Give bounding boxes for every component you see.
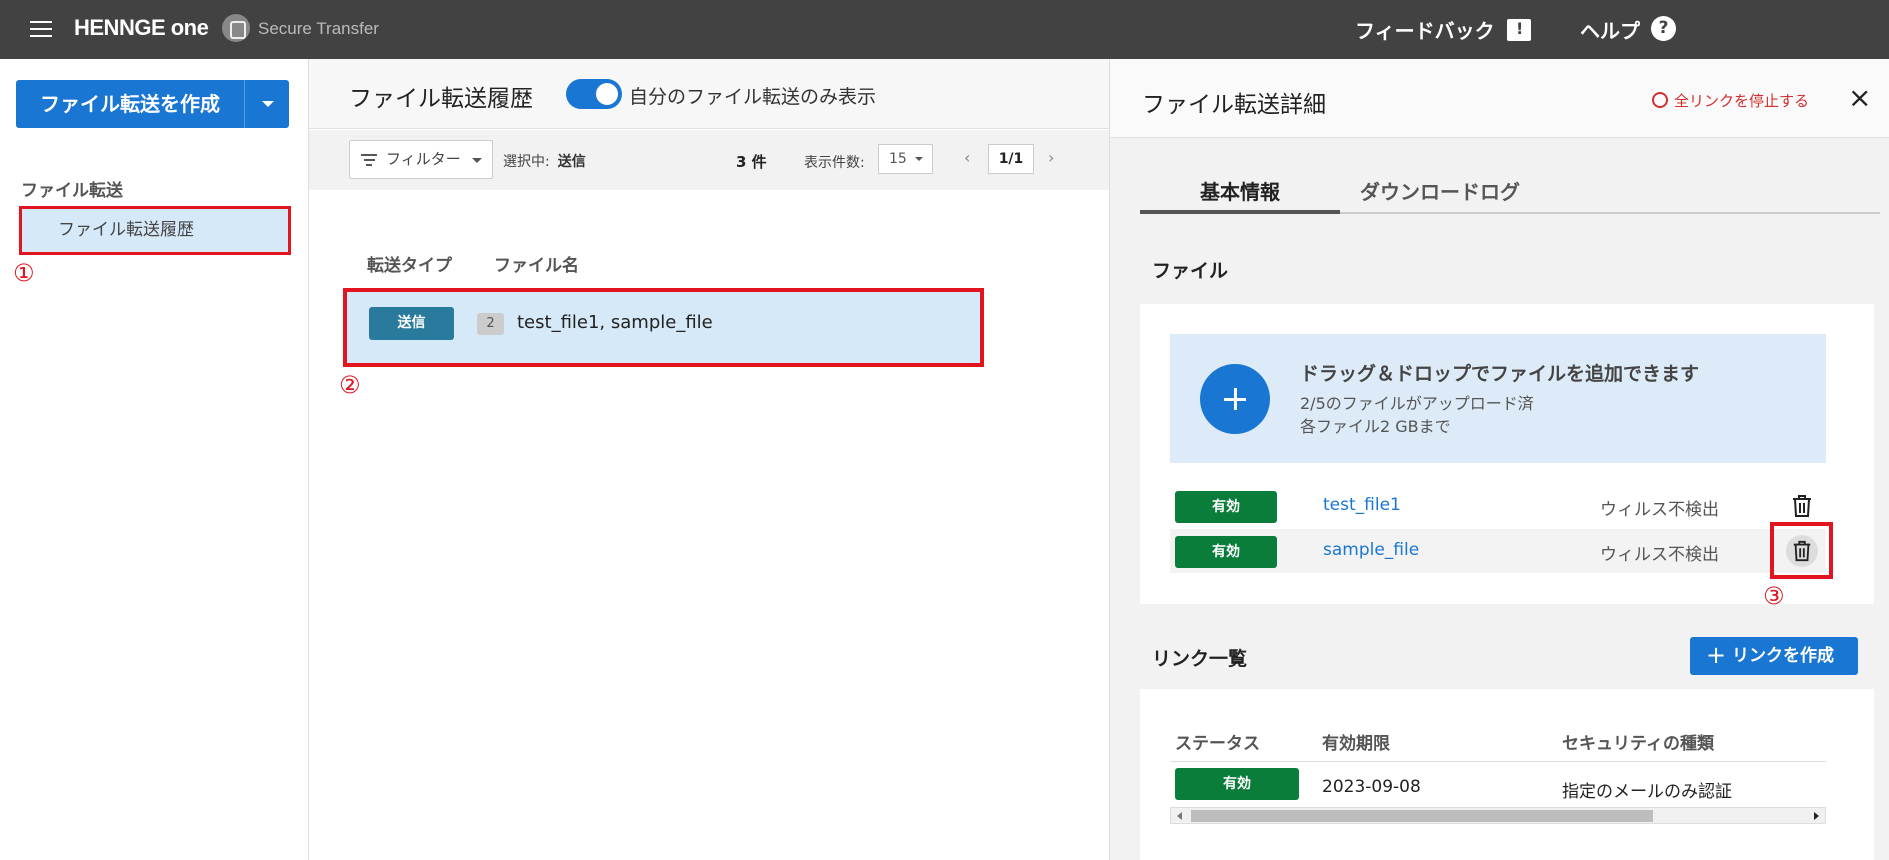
detail-tabs: 基本情報 ダウンロードログ <box>1140 172 1880 214</box>
create-transfer-button[interactable]: ファイル転送を作成 <box>16 80 244 128</box>
dropzone-title: ドラッグ＆ドロップでファイルを追加できます <box>1300 363 1700 385</box>
file-status-badge: 有効 <box>1175 536 1277 568</box>
files-section-label: ファイル <box>1152 260 1229 282</box>
selected-filter-info: 選択中: 送信 <box>503 151 586 171</box>
tab-download-log[interactable]: ダウンロードログ <box>1340 172 1540 214</box>
history-header: ファイル転送履歴 自分のファイル転送のみ表示 <box>309 59 1109 129</box>
create-transfer-button-group: ファイル転送を作成 <box>16 80 289 128</box>
annotation-marker-1: ① <box>13 259 35 287</box>
files-card: ドラッグ＆ドロップでファイルを追加できます 2/5のファイルがアップロード済 各… <box>1140 304 1874 604</box>
trash-icon[interactable] <box>1790 493 1814 519</box>
close-icon[interactable]: × <box>1848 84 1871 112</box>
transfer-type-badge: 送信 <box>369 307 454 340</box>
file-name-link[interactable]: sample_file <box>1323 540 1419 560</box>
dropzone-upload-status: 2/5のファイルがアップロード済 <box>1300 394 1534 413</box>
sidebar-section-label: ファイル転送 <box>21 181 123 201</box>
filter-button[interactable]: フィルター <box>349 140 493 179</box>
annotation-marker-2: ② <box>339 371 361 399</box>
dropzone-size-limit: 各ファイル2 GBまで <box>1300 417 1451 436</box>
selected-filter-value: 送信 <box>557 154 586 170</box>
file-status-badge: 有効 <box>1175 491 1277 523</box>
create-link-button[interactable]: リンクを作成 <box>1690 636 1858 675</box>
help-link[interactable]: ヘルプ <box>1580 15 1640 44</box>
scroll-left-icon[interactable] <box>1177 812 1182 820</box>
add-file-icon[interactable] <box>1200 364 1270 434</box>
filter-icon <box>361 154 377 166</box>
virus-scan-status: ウィルス不検出 <box>1600 545 1719 565</box>
scrollbar-thumb[interactable] <box>1191 810 1653 822</box>
create-transfer-dropdown-icon[interactable] <box>244 80 289 128</box>
file-row: 有効 test_file1 ウィルス不検出 <box>1170 484 1826 528</box>
per-page-select[interactable]: 15 <box>878 144 933 174</box>
file-count-badge: 2 <box>477 313 504 335</box>
per-page-label: 表示件数: <box>804 155 865 171</box>
link-status-badge: 有効 <box>1175 768 1299 800</box>
transfer-detail-panel: ファイル転送詳細 全リンクを停止する × 基本情報 ダウンロードログ ファイル … <box>1109 59 1889 860</box>
delete-file-highlight <box>1770 522 1833 579</box>
help-icon[interactable]: ? <box>1651 16 1676 41</box>
feedback-link[interactable]: フィードバック <box>1355 15 1495 44</box>
chevron-down-icon <box>472 158 482 163</box>
tab-basic-info[interactable]: 基本情報 <box>1140 172 1340 214</box>
delete-file-button[interactable] <box>1786 535 1818 567</box>
link-column-header-expiry: 有効期限 <box>1322 734 1390 754</box>
top-bar: HENNGE one Secure Transfer フィードバック ヘルプ ? <box>0 0 1889 59</box>
table-row[interactable]: 送信 2 test_file1, sample_file <box>343 288 984 367</box>
brand-logo-text: HENNGE one <box>74 15 209 40</box>
stop-all-links-button[interactable]: 全リンクを停止する <box>1650 90 1809 111</box>
secure-transfer-logo-icon <box>222 14 250 42</box>
detail-header: ファイル転送詳細 全リンクを停止する × <box>1110 59 1889 138</box>
annotation-marker-3: ③ <box>1763 582 1785 610</box>
links-section-label: リンク一覧 <box>1152 648 1248 670</box>
filter-button-label: フィルター <box>386 150 461 168</box>
trash-icon <box>1793 540 1811 562</box>
horizontal-scrollbar[interactable] <box>1170 807 1826 824</box>
own-transfers-toggle-label: 自分のファイル転送のみ表示 <box>629 86 877 108</box>
prev-page-icon[interactable]: ‹ <box>964 148 970 167</box>
feedback-icon[interactable] <box>1507 19 1531 41</box>
link-column-header-status: ステータス <box>1175 734 1260 754</box>
link-column-header-security: セキュリティの種類 <box>1562 734 1714 754</box>
column-header-type: 転送タイプ <box>367 256 452 276</box>
product-name: Secure Transfer <box>258 19 379 38</box>
file-row: 有効 sample_file ウィルス不検出 <box>1170 529 1826 573</box>
link-security-type: 指定のメールのみ認証 <box>1562 782 1732 802</box>
sidebar: ファイル転送を作成 ファイル転送 ファイル転送履歴 ① <box>0 59 309 860</box>
divider <box>1170 761 1826 762</box>
page-indicator: 1/1 <box>988 144 1034 174</box>
file-names: test_file1, sample_file <box>517 312 713 333</box>
detail-title: ファイル転送詳細 <box>1142 92 1326 118</box>
column-header-filename: ファイル名 <box>494 256 579 276</box>
links-card: ステータス 有効期限 セキュリティの種類 有効 2023-09-08 指定のメー… <box>1140 689 1874 860</box>
link-expiry: 2023-09-08 <box>1322 777 1421 797</box>
own-transfers-toggle[interactable] <box>566 79 622 109</box>
selected-filter-label: 選択中: <box>503 154 550 170</box>
history-toolbar: フィルター 選択中: 送信 3 件 表示件数: 15 ‹ 1/1 › <box>309 130 1109 190</box>
page-title: ファイル転送履歴 <box>349 86 533 112</box>
hamburger-menu-icon[interactable] <box>30 21 52 37</box>
scroll-right-icon[interactable] <box>1814 812 1819 820</box>
file-dropzone[interactable]: ドラッグ＆ドロップでファイルを追加できます 2/5のファイルがアップロード済 各… <box>1170 334 1826 463</box>
stop-all-links-label: 全リンクを停止する <box>1674 92 1810 110</box>
transfer-history-panel: ファイル転送履歴 自分のファイル転送のみ表示 フィルター 選択中: 送信 3 件 … <box>309 59 1109 860</box>
sidebar-item-transfer-history[interactable]: ファイル転送履歴 <box>19 206 291 255</box>
virus-scan-status: ウィルス不検出 <box>1600 500 1719 520</box>
next-page-icon[interactable]: › <box>1048 148 1054 167</box>
result-count: 3 件 <box>736 153 767 171</box>
file-name-link[interactable]: test_file1 <box>1323 495 1401 515</box>
